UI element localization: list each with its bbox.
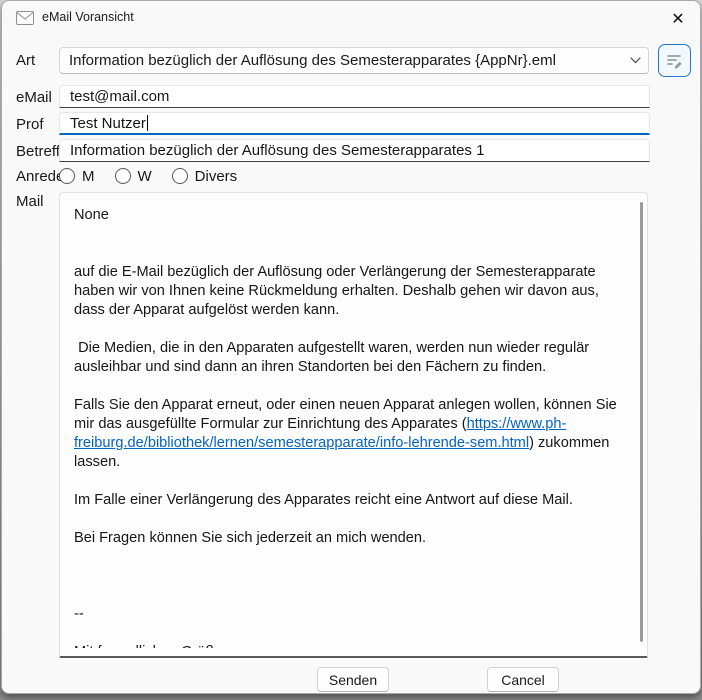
email-input[interactable]: test@mail.com — [59, 85, 650, 108]
anrede-radio-w[interactable]: W — [115, 168, 152, 185]
anrede-radio-m[interactable]: M — [59, 168, 95, 185]
mail-body-text: None auf die E-Mail bezüglich der Auflös… — [74, 206, 625, 648]
email-value: test@mail.com — [60, 88, 169, 105]
mail-body-after: ) zukommen lassen. Im Falle einer Verlän… — [74, 435, 613, 648]
mail-body-before: None auf die E-Mail bezüglich der Auflös… — [74, 207, 621, 432]
anrede-radio-divers-label: Divers — [195, 168, 238, 185]
mail-body-textarea[interactable]: None auf die E-Mail bezüglich der Auflös… — [59, 192, 648, 658]
prof-label: Prof — [16, 116, 44, 133]
send-button[interactable]: Senden — [317, 667, 389, 692]
cancel-button[interactable]: Cancel — [487, 667, 559, 692]
chevron-down-icon — [622, 57, 648, 64]
betreff-label: Betreff — [16, 143, 60, 160]
anrede-radio-divers[interactable]: Divers — [172, 168, 238, 185]
anrede-radio-m-label: M — [82, 168, 95, 185]
betreff-value: Information bezüglich der Auflösung des … — [60, 142, 484, 159]
prof-value: Test Nutzer — [60, 115, 146, 132]
window-title: eMail Voransicht — [42, 10, 134, 24]
art-label: Art — [16, 52, 35, 69]
close-button[interactable]: ✕ — [664, 6, 692, 32]
text-caret — [147, 115, 148, 131]
anrede-radio-group: M W Divers — [59, 166, 249, 186]
prof-input[interactable]: Test Nutzer — [59, 112, 650, 135]
art-selected-value: Information bezüglich der Auflösung des … — [60, 52, 622, 69]
mail-label: Mail — [16, 193, 44, 210]
mail-scrollbar[interactable] — [640, 202, 643, 642]
envelope-icon — [16, 11, 34, 25]
radio-unchecked-icon — [115, 168, 131, 184]
anrede-radio-w-label: W — [138, 168, 152, 185]
radio-unchecked-icon — [172, 168, 188, 184]
radio-unchecked-icon — [59, 168, 75, 184]
email-preview-dialog: eMail Voransicht ✕ Art Information bezüg… — [1, 0, 701, 694]
titlebar: eMail Voransicht ✕ — [2, 1, 700, 37]
art-template-select[interactable]: Information bezüglich der Auflösung des … — [59, 47, 649, 74]
betreff-input[interactable]: Information bezüglich der Auflösung des … — [59, 139, 650, 162]
edit-template-button[interactable] — [658, 44, 691, 77]
edit-note-icon — [666, 52, 683, 69]
email-label: eMail — [16, 89, 52, 106]
anrede-label: Anrede — [16, 168, 64, 185]
